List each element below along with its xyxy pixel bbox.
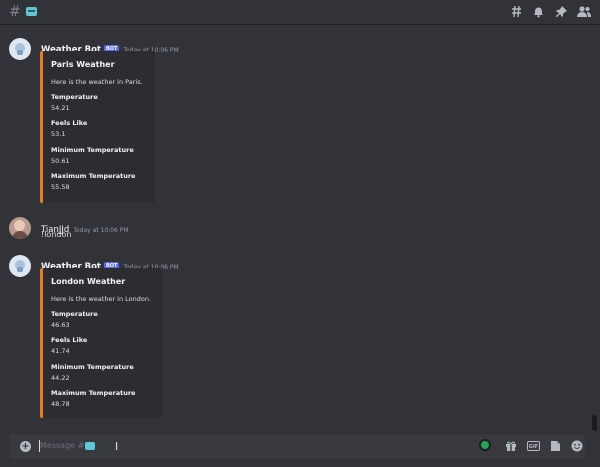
pin-icon[interactable]: [554, 5, 568, 19]
embed-title: Paris Weather: [51, 60, 115, 69]
field-value: 44.22: [51, 374, 70, 382]
user-avatar[interactable]: [9, 217, 31, 239]
gif-icon[interactable]: GIF: [527, 441, 540, 451]
members-icon[interactable]: [577, 5, 591, 19]
field-name: Temperature: [51, 93, 98, 101]
message-input[interactable]: Message #: [40, 441, 84, 450]
timestamp: Today at 10:06 PM: [73, 227, 129, 234]
weather-bot-avatar[interactable]: [9, 38, 31, 60]
emoji-icon[interactable]: [570, 440, 583, 453]
field-value: 54.21: [51, 104, 70, 112]
weather-bot-avatar[interactable]: [9, 255, 31, 277]
field-name: Feels Like: [51, 336, 88, 344]
ibeam-cursor-icon: I: [115, 440, 119, 453]
field-name: Minimum Temperature: [51, 363, 134, 371]
sticker-icon[interactable]: [549, 440, 562, 453]
channel-emoji-icon: [26, 7, 37, 16]
channel-emoji-icon: [85, 442, 95, 450]
plus-circle-icon[interactable]: +: [20, 441, 31, 452]
field-value: 50.61: [51, 157, 70, 165]
field-name: Feels Like: [51, 119, 88, 127]
field-value: 41.74: [51, 347, 70, 355]
field-name: Maximum Temperature: [51, 389, 136, 397]
weather-embed: Paris Weather Here is the weather in Par…: [40, 51, 155, 203]
scrollbar-thumb[interactable]: [592, 415, 597, 431]
embed-title: London Weather: [51, 277, 126, 286]
field-value: 55.58: [51, 183, 70, 191]
message-composer[interactable]: + Message # I GIF: [9, 434, 585, 459]
status-indicator-icon[interactable]: [479, 439, 491, 451]
threads-icon[interactable]: [509, 5, 523, 19]
message-text: !london: [41, 230, 72, 239]
field-value: 53.1: [51, 130, 66, 138]
embed-description: Here is the weather in Paris.: [51, 78, 143, 86]
gift-icon[interactable]: [504, 440, 517, 453]
field-name: Minimum Temperature: [51, 146, 134, 154]
field-name: Maximum Temperature: [51, 172, 136, 180]
bell-icon[interactable]: [531, 5, 545, 19]
embed-description: Here is the weather in London.: [51, 295, 152, 303]
field-value: 46.63: [51, 321, 70, 329]
weather-embed: London Weather Here is the weather in Lo…: [40, 268, 163, 418]
hash-icon: #: [9, 4, 21, 20]
channel-header: #: [0, 0, 600, 25]
field-value: 48.78: [51, 400, 70, 408]
field-name: Temperature: [51, 310, 98, 318]
